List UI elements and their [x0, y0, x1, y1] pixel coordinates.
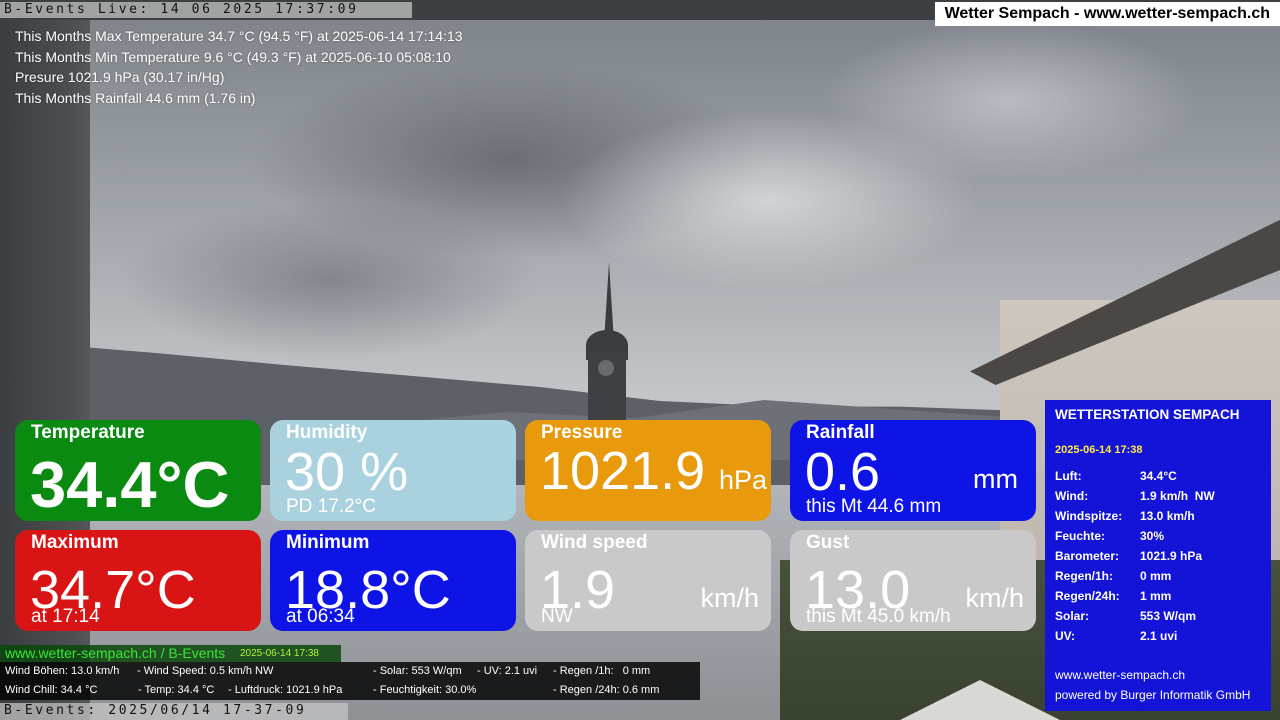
station-row-key: Luft: [1055, 469, 1082, 483]
station-powered-by: powered by Burger Informatik GmbH [1055, 688, 1251, 702]
dew-point: PD 17.2°C [286, 496, 376, 517]
station-panel: WETTERSTATION SEMPACH 2025-06-14 17:38 L… [1045, 400, 1271, 711]
site-title: Wetter Sempach - www.wetter-sempach.ch [934, 2, 1280, 26]
pressure-info: - Luftdruck: 1021.9 hPa [228, 684, 343, 696]
gust-tile: Gust 13.0 km/h this Mt 45.0 km/h [790, 530, 1036, 631]
cloud [120, 200, 540, 360]
bottom-info-bar: Wind Böhen: 13.0 km/h - Wind Speed: 0.5 … [0, 662, 700, 700]
month-rainfall: This Months Rainfall 44.6 mm (1.76 in) [15, 89, 256, 106]
tile-label: Minimum [286, 532, 370, 553]
month-stats: This Months Max Temperature 34.7 °C (94.… [15, 26, 463, 108]
maximum-tile: Maximum 34.7°C at 17:14 [15, 530, 261, 631]
temp-info: - Temp: 34.4 °C [138, 684, 215, 696]
minimum-tile: Minimum 18.8°C at 06:34 [270, 530, 516, 631]
gust-unit: km/h [965, 583, 1024, 613]
temperature-value: 34.4°C [30, 448, 230, 521]
station-row: UV: 2.1 uvi [1055, 626, 1215, 646]
pressure-tile: Pressure 1021.9 hPa [525, 420, 771, 521]
maximum-time: at 17:14 [31, 606, 100, 627]
rainfall-month: this Mt 44.6 mm [806, 496, 942, 517]
wind-direction: NW [541, 606, 573, 627]
station-row-value: 13.0 km/h [1140, 509, 1195, 523]
station-row: Windspitze: 13.0 km/h [1055, 506, 1215, 526]
rainfall-tile: Rainfall 0.6 mm this Mt 44.6 mm [790, 420, 1036, 521]
station-row-key: Feuchte: [1055, 529, 1106, 543]
station-row: Regen/1h: 0 mm [1055, 566, 1215, 586]
station-row-key: Regen/1h: [1055, 569, 1114, 583]
station-row-key: Barometer: [1055, 549, 1120, 563]
wind-speed-info: - Wind Speed: 0.5 km/h NW [137, 665, 274, 677]
wind-speed-tile: Wind speed 1.9 km/h NW [525, 530, 771, 631]
rain-24h-info: - Regen /24h: 0.6 mm [553, 684, 660, 696]
station-row: Wind: 1.9 km/h NW [1055, 486, 1215, 506]
station-row-key: Wind: [1055, 489, 1089, 503]
pressure-value: 1021.9 [540, 441, 706, 501]
station-row-key: Regen/24h: [1055, 589, 1120, 603]
station-row-value: 0 mm [1140, 569, 1172, 583]
minimum-time: at 06:34 [286, 606, 355, 627]
rainfall-unit: mm [973, 464, 1018, 494]
station-row-value: 1.9 km/h NW [1140, 489, 1215, 503]
cloud [820, 20, 1200, 180]
gust-month: this Mt 45.0 km/h [806, 606, 951, 627]
station-row: Feuchte: 30% [1055, 526, 1215, 546]
station-row-value: 30% [1140, 529, 1165, 543]
live-timestamp: B-Events Live: 14 06 2025 17:37:09 [0, 2, 412, 18]
rainfall-value: 0.6 [805, 442, 881, 502]
bottom-site: www.wetter-sempach.ch / B-Events [5, 645, 226, 661]
tile-label: Rainfall [806, 422, 875, 443]
station-row-key: UV: [1055, 629, 1076, 643]
humidity-info: - Feuchtigkeit: 30.0% [373, 684, 477, 696]
tile-label: Humidity [286, 422, 368, 443]
uv-info: - UV: 2.1 uvi [477, 665, 538, 677]
station-row-value: 553 W/qm [1140, 609, 1197, 623]
humidity-tile: Humidity 30 % PD 17.2°C [270, 420, 516, 521]
bottom-date: 2025-06-14 17:38 [240, 648, 319, 659]
pressure-unit: hPa [719, 465, 768, 495]
station-date: 2025-06-14 17:38 [1055, 444, 1143, 456]
station-row: Luft: 34.4°C [1055, 466, 1215, 486]
temperature-tile: Temperature 34.4°C [15, 420, 261, 521]
tile-label: Maximum [31, 532, 119, 553]
rain-1h-info: - Regen /1h: 0 mm [553, 665, 651, 677]
humidity-value: 30 % [285, 442, 409, 502]
tile-label: Wind speed [541, 532, 648, 553]
station-row-key: Windspitze: [1055, 509, 1123, 523]
station-title: WETTERSTATION SEMPACH [1055, 407, 1240, 422]
tile-label: Gust [806, 532, 850, 553]
station-row-value: 1 mm [1140, 589, 1172, 603]
station-row: Solar: 553 W/qm [1055, 606, 1215, 626]
church-clock [598, 360, 614, 376]
station-website: www.wetter-sempach.ch [1055, 668, 1186, 682]
station-row: Regen/24h: 1 mm [1055, 586, 1215, 606]
bottom-timestamp: B-Events: 2025/06/14 17-37-09 [0, 703, 348, 720]
tile-label: Temperature [31, 422, 145, 443]
wind-speed-unit: km/h [700, 583, 759, 613]
wind-gusts-info: Wind Böhen: 13.0 km/h [5, 665, 120, 677]
wind-chill-info: Wind Chill: 34.4 °C [5, 684, 98, 696]
station-row-key: Solar: [1055, 609, 1090, 623]
month-min-temp: This Months Min Temperature 9.6 °C (49.3… [15, 48, 451, 65]
station-row-value: 34.4°C [1140, 469, 1177, 483]
station-row-value: 1021.9 hPa [1140, 549, 1203, 563]
station-readings: Luft: 34.4°C Wind: 1.9 km/h NW Windspitze:… [1055, 466, 1215, 646]
month-pressure: Presure 1021.9 hPa (30.17 in/Hg) [15, 69, 225, 85]
month-max-temp: This Months Max Temperature 34.7 °C (94.… [15, 28, 463, 44]
bottom-site-bar: www.wetter-sempach.ch / B-Events 2025-06… [0, 645, 341, 662]
solar-info: - Solar: 553 W/qm [373, 665, 462, 677]
station-row-value: 2.1 uvi [1140, 629, 1178, 643]
station-row: Barometer: 1021.9 hPa [1055, 546, 1215, 566]
